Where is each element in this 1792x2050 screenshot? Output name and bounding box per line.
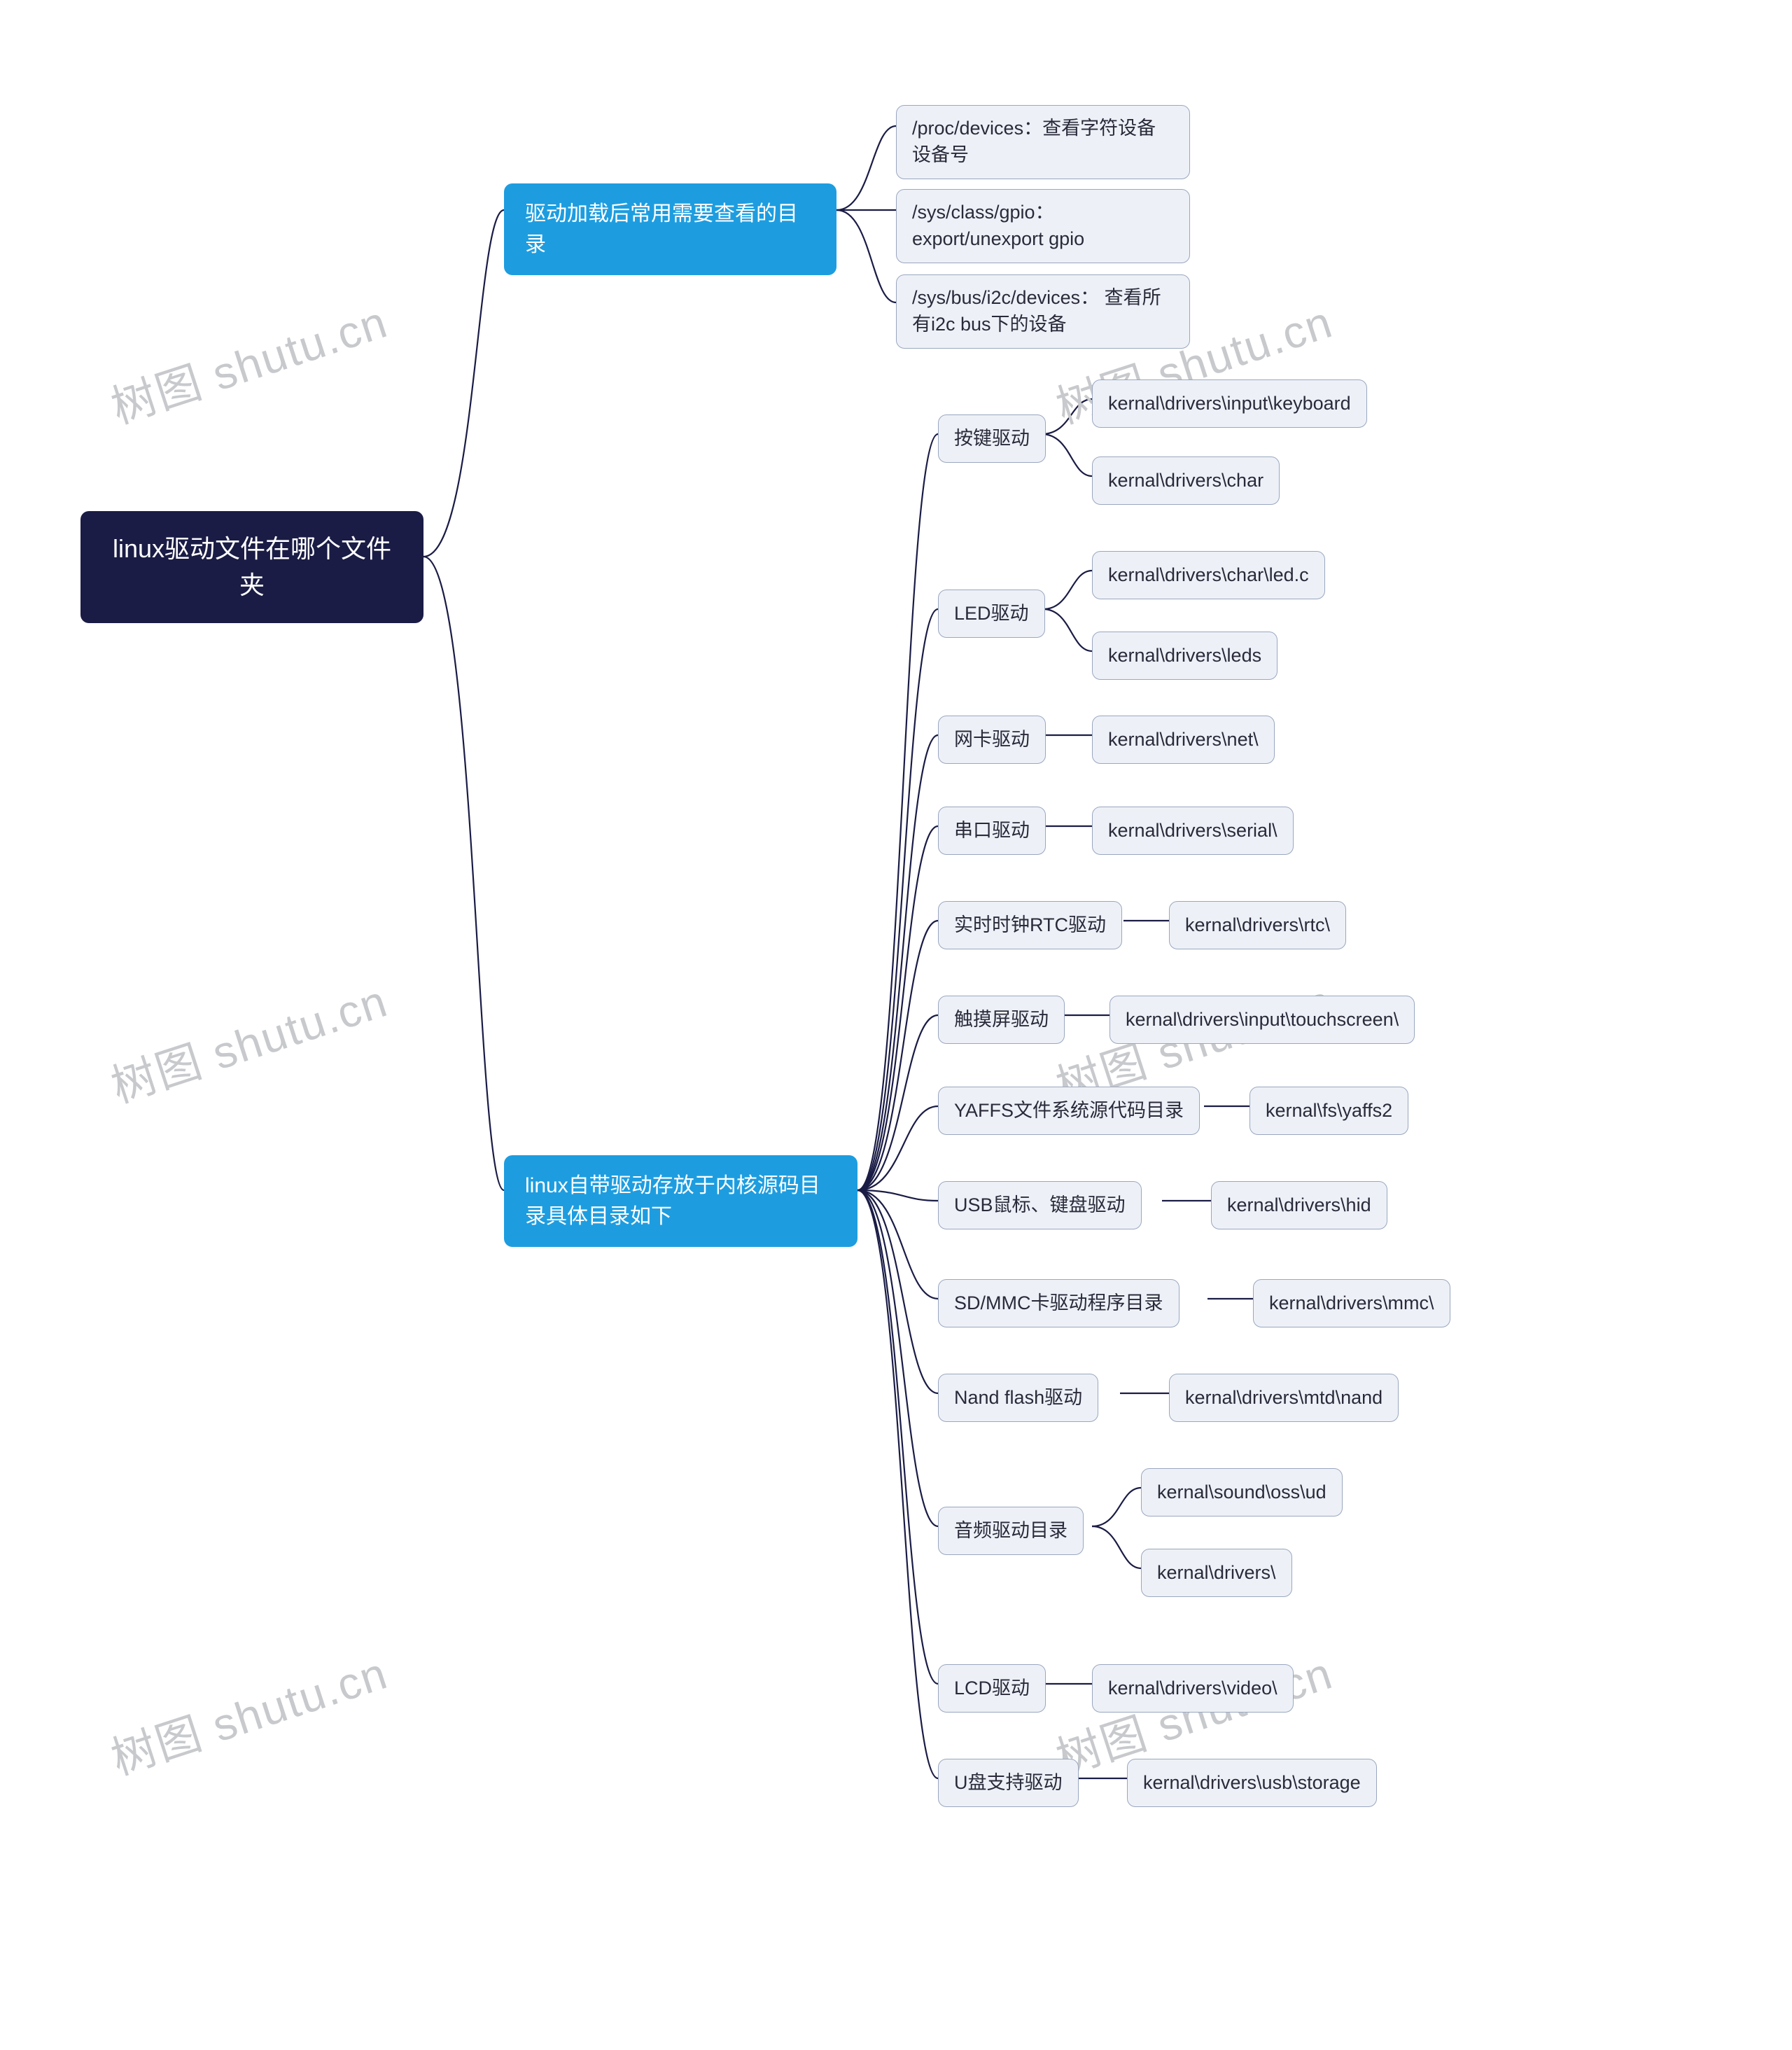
cat-usbstorage[interactable]: U盘支持驱动 — [938, 1759, 1079, 1807]
topic-kernel-drivers[interactable]: linux自带驱动存放于内核源码目录具体目录如下 — [504, 1155, 858, 1247]
leaf-audio-1[interactable]: kernal\drivers\ — [1141, 1549, 1292, 1597]
leaf-text: kernal\drivers\serial\ — [1108, 817, 1278, 844]
leaf-proc-devices[interactable]: /proc/devices：查看字符设备设备号 — [896, 105, 1190, 179]
leaf-keypad-1[interactable]: kernal\drivers\char — [1092, 456, 1280, 505]
cat-nand[interactable]: Nand flash驱动 — [938, 1374, 1098, 1422]
mindmap-canvas: 树图 shutu.cn 树图 shutu.cn 树图 shutu.cn 树图 s… — [0, 0, 1792, 2050]
leaf-text: kernal\sound\oss\ud — [1157, 1479, 1326, 1506]
leaf-text: kernal\drivers\char — [1108, 467, 1264, 494]
root-title: linux驱动文件在哪个文件夹 — [104, 531, 400, 604]
cat-touch[interactable]: 触摸屏驱动 — [938, 996, 1065, 1044]
leaf-text: kernal\drivers\ — [1157, 1559, 1276, 1587]
topic-label: linux自带驱动存放于内核源码目录具体目录如下 — [525, 1171, 836, 1232]
leaf-text: kernal\drivers\rtc\ — [1185, 912, 1330, 939]
cat-usbhid[interactable]: USB鼠标、键盘驱动 — [938, 1181, 1142, 1229]
leaf-lcd-0[interactable]: kernal\drivers\video\ — [1092, 1664, 1294, 1713]
leaf-text: kernal\drivers\input\touchscreen\ — [1126, 1006, 1399, 1033]
cat-net[interactable]: 网卡驱动 — [938, 716, 1046, 764]
leaf-text: kernal\drivers\net\ — [1108, 726, 1259, 753]
leaf-text: kernal\drivers\char\led.c — [1108, 562, 1309, 589]
leaf-sys-i2c[interactable]: /sys/bus/i2c/devices： 查看所有i2c bus下的设备 — [896, 274, 1190, 349]
cat-label: 音频驱动目录 — [954, 1517, 1068, 1545]
leaf-text: kernal\drivers\leds — [1108, 642, 1261, 669]
cat-audio[interactable]: 音频驱动目录 — [938, 1507, 1084, 1555]
leaf-serial-0[interactable]: kernal\drivers\serial\ — [1092, 807, 1294, 855]
leaf-text: /sys/class/gpio：export/unexport gpio — [912, 200, 1174, 253]
watermark: 树图 shutu.cn — [102, 965, 395, 1115]
cat-label: YAFFS文件系统源代码目录 — [954, 1097, 1184, 1124]
cat-keypad[interactable]: 按键驱动 — [938, 414, 1046, 463]
cat-label: Nand flash驱动 — [954, 1384, 1082, 1411]
cat-label: USB鼠标、键盘驱动 — [954, 1192, 1126, 1219]
leaf-net-0[interactable]: kernal\drivers\net\ — [1092, 716, 1275, 764]
leaf-sys-gpio[interactable]: /sys/class/gpio：export/unexport gpio — [896, 189, 1190, 263]
leaf-text: kernal\drivers\video\ — [1108, 1675, 1278, 1702]
leaf-touch-0[interactable]: kernal\drivers\input\touchscreen\ — [1110, 996, 1415, 1044]
leaf-audio-0[interactable]: kernal\sound\oss\ud — [1141, 1468, 1343, 1516]
leaf-rtc-0[interactable]: kernal\drivers\rtc\ — [1169, 901, 1346, 949]
cat-label: SD/MMC卡驱动程序目录 — [954, 1290, 1163, 1317]
topic-label: 驱动加载后常用需要查看的目录 — [525, 199, 816, 260]
cat-label: LCD驱动 — [954, 1675, 1030, 1702]
leaf-text: /proc/devices：查看字符设备设备号 — [912, 116, 1174, 169]
watermark: 树图 shutu.cn — [102, 1638, 395, 1787]
leaf-text: kernal\drivers\input\keyboard — [1108, 390, 1351, 417]
root-node[interactable]: linux驱动文件在哪个文件夹 — [80, 511, 424, 623]
cat-led[interactable]: LED驱动 — [938, 590, 1045, 638]
watermark: 树图 shutu.cn — [102, 286, 395, 436]
leaf-text: /sys/bus/i2c/devices： 查看所有i2c bus下的设备 — [912, 285, 1174, 338]
cat-serial[interactable]: 串口驱动 — [938, 807, 1046, 855]
cat-yaffs[interactable]: YAFFS文件系统源代码目录 — [938, 1087, 1200, 1135]
leaf-yaffs-0[interactable]: kernal\fs\yaffs2 — [1250, 1087, 1408, 1135]
leaf-nand-0[interactable]: kernal\drivers\mtd\nand — [1169, 1374, 1399, 1422]
cat-label: 串口驱动 — [954, 817, 1030, 844]
cat-label: 网卡驱动 — [954, 726, 1030, 753]
cat-label: 按键驱动 — [954, 425, 1030, 452]
cat-sdmmc[interactable]: SD/MMC卡驱动程序目录 — [938, 1279, 1180, 1327]
leaf-sdmmc-0[interactable]: kernal\drivers\mmc\ — [1253, 1279, 1450, 1327]
cat-label: U盘支持驱动 — [954, 1769, 1063, 1797]
cat-label: 实时时钟RTC驱动 — [954, 912, 1106, 939]
leaf-text: kernal\drivers\mmc\ — [1269, 1290, 1434, 1317]
topic-view-dirs[interactable]: 驱动加载后常用需要查看的目录 — [504, 183, 836, 275]
leaf-usbhid-0[interactable]: kernal\drivers\hid — [1211, 1181, 1387, 1229]
leaf-usbstorage-0[interactable]: kernal\drivers\usb\storage — [1127, 1759, 1377, 1807]
leaf-keypad-0[interactable]: kernal\drivers\input\keyboard — [1092, 379, 1367, 428]
leaf-text: kernal\drivers\usb\storage — [1143, 1769, 1361, 1797]
cat-label: LED驱动 — [954, 600, 1029, 627]
cat-lcd[interactable]: LCD驱动 — [938, 1664, 1046, 1713]
leaf-led-1[interactable]: kernal\drivers\leds — [1092, 632, 1278, 680]
cat-label: 触摸屏驱动 — [954, 1006, 1049, 1033]
leaf-text: kernal\drivers\mtd\nand — [1185, 1384, 1382, 1411]
leaf-text: kernal\drivers\hid — [1227, 1192, 1371, 1219]
cat-rtc[interactable]: 实时时钟RTC驱动 — [938, 901, 1122, 949]
leaf-led-0[interactable]: kernal\drivers\char\led.c — [1092, 551, 1325, 599]
leaf-text: kernal\fs\yaffs2 — [1266, 1097, 1392, 1124]
